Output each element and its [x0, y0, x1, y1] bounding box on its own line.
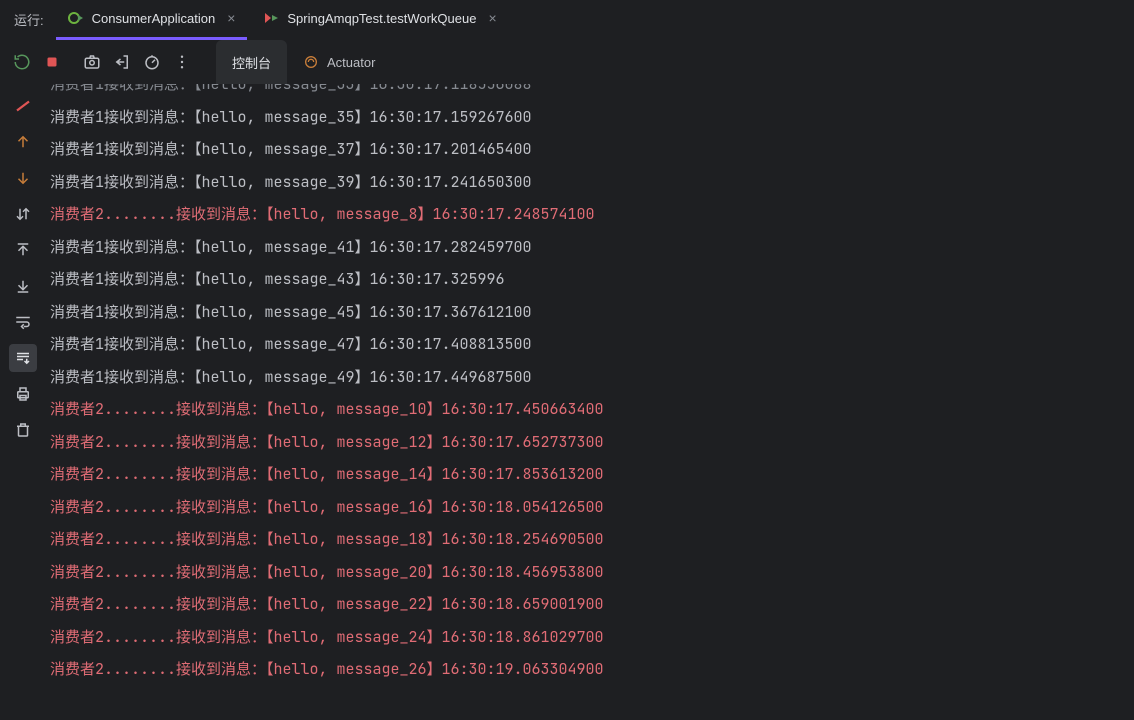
log-line-consumer2: 消费者2........接收到消息：【hello, message_26】16:…	[50, 653, 1134, 686]
log-line-consumer1: 消费者1接收到消息：【hello, message_49】16:30:17.44…	[50, 361, 1134, 394]
run-label: 运行:	[8, 10, 56, 29]
log-line-consumer2: 消费者2........接收到消息：【hello, message_14】16:…	[50, 458, 1134, 491]
close-icon[interactable]: ×	[484, 11, 496, 25]
stop-button[interactable]	[38, 48, 66, 76]
tab-actuator[interactable]: Actuator	[287, 40, 391, 84]
trash-icon[interactable]	[9, 416, 37, 444]
print-icon[interactable]	[9, 380, 37, 408]
close-icon[interactable]: ×	[223, 11, 235, 25]
scroll-to-end-icon[interactable]	[9, 344, 37, 372]
spring-run-icon	[68, 10, 84, 26]
log-line-consumer2: 消费者2........接收到消息：【hello, message_8】16:3…	[50, 198, 1134, 231]
inner-tabs: 控制台 Actuator	[216, 40, 391, 84]
down-stack-icon[interactable]	[9, 164, 37, 192]
bottom-stack-icon[interactable]	[9, 272, 37, 300]
log-line-consumer2: 消费者2........接收到消息：【hello, message_24】16:…	[50, 621, 1134, 654]
exit-button[interactable]	[108, 48, 136, 76]
console-output: 消费者1接收到消息：【hello, message_33】16:30:17.11…	[50, 84, 1134, 686]
rerun-button[interactable]	[8, 48, 36, 76]
run-tabbar: 运行: ConsumerApplication × SpringAmqpTest…	[0, 0, 1134, 40]
log-line-consumer1: 消费者1接收到消息：【hello, message_33】16:30:17.11…	[50, 84, 1134, 101]
log-line-consumer2: 消费者2........接收到消息：【hello, message_20】16:…	[50, 556, 1134, 589]
log-line-consumer2: 消费者2........接收到消息：【hello, message_16】16:…	[50, 491, 1134, 524]
up-stack-icon[interactable]	[9, 128, 37, 156]
more-vertical-icon[interactable]	[168, 48, 196, 76]
tab-consumer-application[interactable]: ConsumerApplication ×	[56, 0, 248, 40]
log-line-consumer2: 消费者2........接收到消息：【hello, message_12】16:…	[50, 426, 1134, 459]
main-area: 消费者1接收到消息：【hello, message_33】16:30:17.11…	[0, 84, 1134, 720]
soft-wrap-icon[interactable]	[9, 308, 37, 336]
tab-label: ConsumerApplication	[92, 11, 216, 26]
test-run-icon	[263, 10, 279, 26]
log-line-consumer1: 消费者1接收到消息：【hello, message_47】16:30:17.40…	[50, 328, 1134, 361]
tab-actuator-label: Actuator	[327, 55, 375, 70]
tab-console-label: 控制台	[232, 53, 271, 72]
log-line-consumer2: 消费者2........接收到消息：【hello, message_22】16:…	[50, 588, 1134, 621]
log-line-consumer1: 消费者1接收到消息：【hello, message_43】16:30:17.32…	[50, 263, 1134, 296]
profiler-button[interactable]	[138, 48, 166, 76]
log-line-consumer2: 消费者2........接收到消息：【hello, message_18】16:…	[50, 523, 1134, 556]
sort-icon[interactable]	[9, 200, 37, 228]
tab-spring-amqp-test[interactable]: SpringAmqpTest.testWorkQueue ×	[251, 0, 508, 40]
top-stack-icon[interactable]	[9, 236, 37, 264]
tab-label: SpringAmqpTest.testWorkQueue	[287, 11, 476, 26]
actuator-icon	[303, 54, 319, 70]
tool-row: 控制台 Actuator	[0, 40, 1134, 84]
log-line-consumer1: 消费者1接收到消息：【hello, message_41】16:30:17.28…	[50, 231, 1134, 264]
log-line-consumer1: 消费者1接收到消息：【hello, message_35】16:30:17.15…	[50, 101, 1134, 134]
run-toolbar	[0, 40, 204, 84]
log-line-consumer2: 消费者2........接收到消息：【hello, message_10】16:…	[50, 393, 1134, 426]
console-gutter	[0, 84, 46, 720]
log-line-consumer1: 消费者1接收到消息：【hello, message_45】16:30:17.36…	[50, 296, 1134, 329]
console-view[interactable]: 消费者1接收到消息：【hello, message_33】16:30:17.11…	[46, 84, 1134, 720]
snapshot-button[interactable]	[78, 48, 106, 76]
tab-console[interactable]: 控制台	[216, 40, 287, 84]
log-line-consumer1: 消费者1接收到消息：【hello, message_37】16:30:17.20…	[50, 133, 1134, 166]
restart-frame-icon[interactable]	[9, 92, 37, 120]
log-line-consumer1: 消费者1接收到消息：【hello, message_39】16:30:17.24…	[50, 166, 1134, 199]
